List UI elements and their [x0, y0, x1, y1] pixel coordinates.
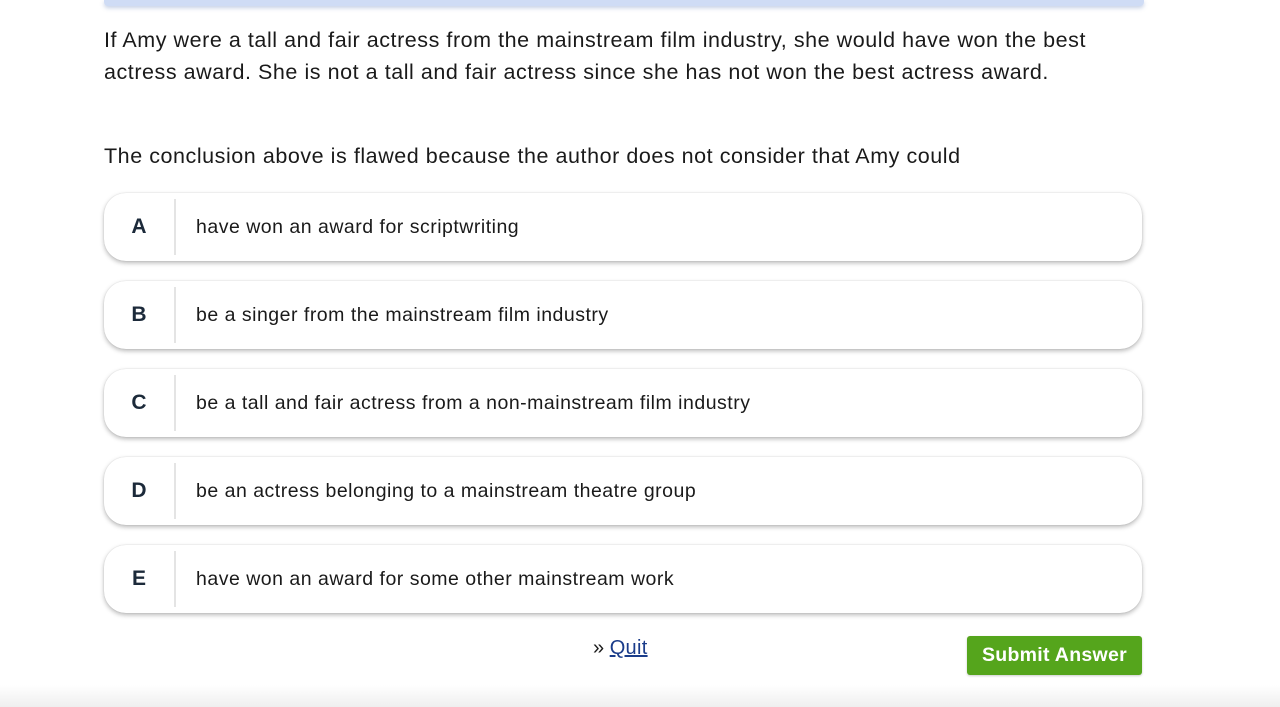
option-text: be a tall and fair actress from a non-ma…: [196, 391, 751, 414]
answer-option-c[interactable]: C be a tall and fair actress from a non-…: [104, 369, 1142, 437]
answer-option-e[interactable]: E have won an award for some other mains…: [104, 545, 1142, 613]
answer-options: A have won an award for scriptwriting B …: [104, 193, 1142, 633]
submit-answer-button[interactable]: Submit Answer: [967, 636, 1142, 675]
option-letter: C: [104, 375, 176, 431]
quit-area: » Quit: [593, 637, 648, 660]
answer-option-a[interactable]: A have won an award for scriptwriting: [104, 193, 1142, 261]
quit-prefix-glyph: »: [593, 637, 605, 659]
top-panel-edge: [104, 0, 1144, 6]
answer-option-b[interactable]: B be a singer from the mainstream film i…: [104, 281, 1142, 349]
option-text: be an actress belonging to a mainstream …: [196, 479, 697, 502]
question-stem: The conclusion above is flawed because t…: [104, 144, 961, 168]
quit-link[interactable]: Quit: [610, 637, 648, 659]
option-letter: B: [104, 287, 176, 343]
option-text: have won an award for scriptwriting: [196, 215, 520, 238]
option-letter: D: [104, 463, 176, 519]
option-text: be a singer from the mainstream film ind…: [196, 303, 609, 326]
bottom-fade: [0, 685, 1280, 707]
answer-option-d[interactable]: D be an actress belonging to a mainstrea…: [104, 457, 1142, 525]
option-letter: A: [104, 199, 176, 255]
question-passage: If Amy were a tall and fair actress from…: [104, 28, 1086, 84]
option-letter: E: [104, 551, 176, 607]
option-text: have won an award for some other mainstr…: [196, 567, 675, 590]
